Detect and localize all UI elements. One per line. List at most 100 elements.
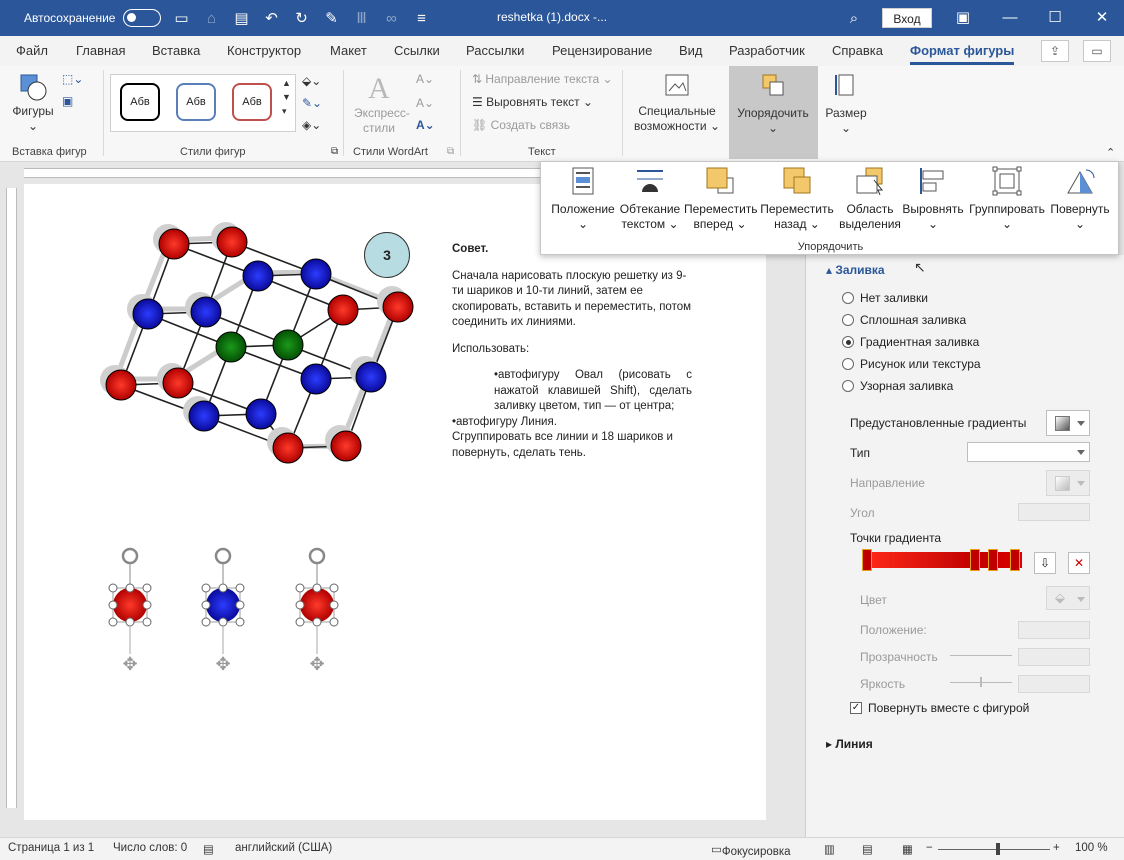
shape-fill-icon[interactable]: ⬙⌄ [302,74,321,88]
accessibility-button[interactable]: Специальные возможности ⌄ [630,72,724,134]
tab-mailings[interactable]: Рассылки [466,43,524,58]
radio-solid-fill[interactable]: Сплошная заливка [842,313,966,327]
tab-shape-format[interactable]: Формат фигуры [910,43,1015,65]
tab-references[interactable]: Ссылки [394,43,440,58]
text-direction-button[interactable]: ⇅ Направление текста ⌄ [472,72,613,86]
tip-text[interactable]: Совет. Сначала нарисовать плоскую решетк… [452,242,692,472]
angle-spinner[interactable] [1018,503,1090,521]
position-spinner[interactable] [1018,621,1090,639]
rotate-button[interactable]: Повернуть ⌄ [1047,166,1113,232]
format-painter-icon[interactable]: ✎ [321,8,341,28]
proofing-icon[interactable]: ▤ [203,842,214,856]
maximize-icon[interactable]: ☐ [1043,6,1067,30]
tab-developer[interactable]: Разработчик [729,43,805,58]
shape-outline-icon[interactable]: ✎⌄ [302,96,322,110]
rotate-with-shape-checkbox[interactable]: ✓ Повернуть вместе с фигурой [850,701,1029,715]
customize-qat-icon[interactable]: ≡ [411,8,431,28]
word-count[interactable]: Число слов: 0 [113,842,187,854]
tab-layout[interactable]: Макет [330,43,367,58]
preset-gradients-dropdown[interactable] [1046,410,1090,436]
gradient-bar[interactable] [866,552,1022,568]
text-fill-icon[interactable]: A⌄ [416,72,434,86]
position-button[interactable]: Положение ⌄ [549,166,617,232]
tab-insert[interactable]: Вставка [152,43,200,58]
align-button[interactable]: Выровнять ⌄ [901,166,965,232]
save-icon[interactable]: ▭ [171,8,191,28]
brightness-slider-thumb[interactable] [980,677,982,687]
express-styles-button[interactable]: A Экспресс-стили [350,72,410,136]
tab-design[interactable]: Конструктор [227,43,301,58]
zoom-slider-thumb[interactable] [996,843,1000,855]
selection-pane-button[interactable]: Область выделения [837,166,903,232]
comments-icon[interactable]: ▭ [1083,40,1111,62]
shape-style-2[interactable]: Абв [176,83,216,121]
selected-ball-red-1[interactable]: ✥ [108,547,152,675]
zoom-out-icon[interactable]: − [926,842,933,854]
new-doc-icon[interactable]: ▤ [231,8,251,28]
shape-style-3[interactable]: Абв [232,83,272,121]
vertical-ruler[interactable] [0,184,20,824]
bring-forward-button[interactable]: Переместить вперед ⌄ [684,166,758,232]
document-page[interactable]: ✥ ✥ ✥ 3 Совет. Сначала нарисовать плоску… [24,184,766,820]
gradient-stop-3[interactable] [988,549,998,571]
selected-ball-blue[interactable]: ✥ [201,547,245,675]
radio-gradient-fill[interactable]: Градиентная заливка [842,335,979,349]
radio-no-fill[interactable]: Нет заливки [842,291,928,305]
tab-home[interactable]: Главная [76,43,125,58]
gradient-stop-4[interactable] [1010,549,1020,571]
ribbon-display-icon[interactable]: ▣ [951,6,975,30]
selected-ball-red-2[interactable]: ✥ [295,547,339,675]
minimize-icon[interactable]: — [998,6,1022,30]
size-button[interactable]: Размер ⌄ [822,72,870,136]
shape-styles-launcher-icon[interactable]: ⧉ [331,146,338,157]
home-icon[interactable]: ⌂ [201,8,221,28]
shape-style-1[interactable]: Абв [120,83,160,121]
tab-view[interactable]: Вид [679,43,703,58]
create-link-button[interactable]: ⛓ Создать связь [472,118,570,132]
group-button[interactable]: Группировать ⌄ [967,166,1047,232]
share-icon[interactable]: ⇪ [1041,40,1069,62]
radio-picture-fill[interactable]: Рисунок или текстура [842,357,981,371]
transparency-slider[interactable] [950,655,1012,656]
gradient-stop-2[interactable] [970,549,980,571]
fill-section-header[interactable]: ▴ Заливка [826,263,885,277]
gradient-stop-1[interactable] [862,549,872,571]
brightness-spinner[interactable] [1018,675,1090,693]
text-effects-icon[interactable]: A⌄ [416,118,435,132]
focus-button[interactable]: ▭ Фокусировка [711,842,791,858]
zoom-in-icon[interactable]: + [1053,842,1060,854]
read-mode-icon[interactable]: ▥ [824,842,835,856]
tab-help[interactable]: Справка [832,43,883,58]
type-dropdown[interactable] [967,442,1090,462]
redo-icon[interactable]: ↻ [291,8,311,28]
search-icon[interactable]: ⌕ [844,8,864,28]
close-icon[interactable]: ✕ [1090,6,1114,30]
table-icon[interactable]: Ⅲ [351,8,371,28]
tab-review[interactable]: Рецензирование [552,43,652,58]
text-outline-icon[interactable]: A⌄ [416,96,434,110]
color-dropdown[interactable]: ⬙ [1046,586,1090,610]
link-icon[interactable]: ∞ [381,8,401,28]
send-backward-button[interactable]: Переместить назад ⌄ [759,166,835,232]
transparency-spinner[interactable] [1018,648,1090,666]
collapse-ribbon-icon[interactable]: ⌃ [1106,146,1115,159]
page-count[interactable]: Страница 1 из 1 [8,842,94,854]
shapes-button[interactable]: Фигуры ⌄ [10,72,56,134]
radio-pattern-fill[interactable]: Узорная заливка [842,379,953,393]
zoom-level[interactable]: 100 % [1075,842,1108,854]
login-button[interactable]: Вход [882,8,932,28]
remove-stop-button[interactable]: ✕ [1068,552,1090,574]
align-text-button[interactable]: ☰ Выровнять текст ⌄ [472,95,593,109]
wordart-launcher-icon[interactable]: ⧉ [447,146,454,157]
print-layout-icon[interactable]: ▤ [862,842,873,856]
document-scrollbar[interactable] [785,184,803,824]
shape-effects-icon[interactable]: ◈⌄ [302,118,321,132]
zoom-slider[interactable] [938,849,1050,850]
direction-dropdown[interactable] [1046,470,1090,496]
arrange-button[interactable]: Упорядочить ⌄ [731,72,815,136]
autosave-toggle[interactable] [123,9,162,27]
wrap-text-button[interactable]: Обтекание текстом ⌄ [619,166,681,232]
text-box-icon[interactable]: ▣ [62,94,73,108]
edit-shape-icon[interactable]: ⬚⌄ [62,72,83,86]
undo-icon[interactable]: ↶ [261,8,281,28]
